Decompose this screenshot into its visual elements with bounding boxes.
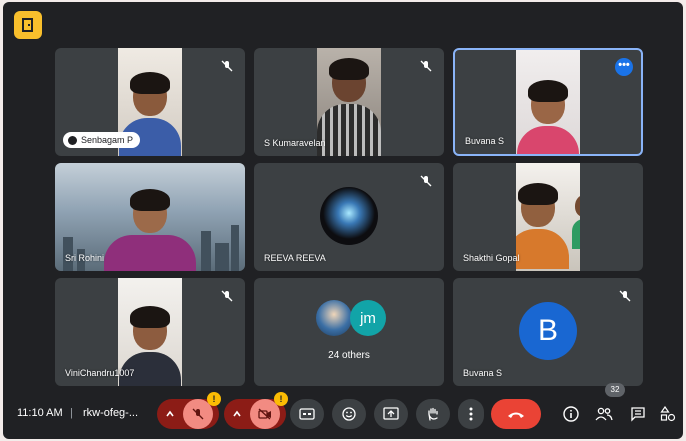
mic-off-icon bbox=[219, 288, 235, 304]
raise-hand-icon bbox=[428, 407, 438, 421]
chevron-up-icon[interactable] bbox=[157, 409, 183, 419]
mic-off-icon bbox=[418, 173, 434, 189]
participant-tile-6[interactable]: Shakthi Gopal bbox=[453, 163, 643, 271]
participant-tile-5[interactable]: REEVA REEVA bbox=[254, 163, 444, 271]
participant-tile-4[interactable]: Sri Rohini bbox=[55, 163, 245, 271]
profile-avatar bbox=[320, 187, 378, 245]
present-screen-icon bbox=[383, 407, 399, 420]
video-feed bbox=[516, 163, 580, 271]
participant-tile-2[interactable]: S Kumaravelan bbox=[254, 48, 444, 156]
participant-name: Buvana S bbox=[463, 368, 503, 378]
people-count-badge: 32 bbox=[605, 383, 625, 397]
people-icon bbox=[595, 407, 613, 421]
raise-hand-button[interactable] bbox=[416, 399, 450, 429]
meeting-code[interactable]: rkw-ofeg-... bbox=[83, 407, 138, 419]
video-feed bbox=[317, 48, 381, 156]
chat-icon bbox=[631, 407, 645, 422]
emoji-icon bbox=[342, 407, 356, 421]
bottom-toolbar: 11:10 AM | rkw-ofeg-... ! ! 32 bbox=[3, 383, 683, 439]
participant-name: REEVA REEVA bbox=[264, 253, 326, 263]
clock: 11:10 AM bbox=[17, 407, 63, 419]
participant-name: ViniChandru1007 bbox=[65, 368, 135, 378]
more-options-icon[interactable]: ••• bbox=[615, 58, 633, 76]
participant-name: S Kumaravelan bbox=[264, 138, 326, 148]
info-button[interactable] bbox=[560, 403, 582, 425]
participant-avatar bbox=[316, 300, 352, 336]
speaking-indicator-icon bbox=[68, 136, 77, 145]
chevron-up-icon[interactable] bbox=[224, 409, 250, 419]
separator: | bbox=[70, 407, 73, 419]
activities-icon bbox=[660, 406, 676, 422]
others-tile[interactable]: jm 24 others bbox=[254, 278, 444, 386]
profile-avatar: B bbox=[519, 302, 577, 360]
meet-screen: Senbagam P S Kumaravelan ••• Buvana S Sr… bbox=[3, 2, 683, 439]
end-call-button[interactable] bbox=[491, 399, 541, 429]
warning-badge: ! bbox=[274, 392, 288, 406]
camera-control-group: ! bbox=[224, 392, 288, 429]
mic-control-group: ! bbox=[157, 392, 221, 429]
participant-tile-7[interactable]: ViniChandru1007 bbox=[55, 278, 245, 386]
participant-name: Senbagam P bbox=[63, 132, 141, 148]
more-options-button[interactable] bbox=[458, 399, 484, 429]
end-call-icon bbox=[508, 412, 524, 418]
mic-off-icon bbox=[418, 58, 434, 74]
emoji-button[interactable] bbox=[332, 399, 366, 429]
participant-tile-8[interactable]: B Buvana S bbox=[453, 278, 643, 386]
more-vert-icon bbox=[469, 407, 473, 421]
participant-tile-3[interactable]: ••• Buvana S bbox=[453, 48, 643, 156]
info-icon bbox=[563, 406, 579, 422]
mic-off-icon bbox=[617, 288, 633, 304]
participant-tile-1[interactable]: Senbagam P bbox=[55, 48, 245, 156]
present-button[interactable] bbox=[374, 399, 408, 429]
participant-name: Sri Rohini bbox=[65, 253, 105, 263]
exit-door-icon[interactable] bbox=[14, 11, 42, 39]
people-button[interactable] bbox=[593, 403, 615, 425]
warning-badge: ! bbox=[207, 392, 221, 406]
participant-avatar: jm bbox=[350, 300, 386, 336]
others-count: 24 others bbox=[328, 350, 370, 361]
video-feed bbox=[516, 50, 580, 154]
chat-button[interactable] bbox=[627, 403, 649, 425]
captions-button[interactable] bbox=[290, 399, 324, 429]
participant-name: Shakthi Gopal bbox=[463, 253, 520, 263]
activities-button[interactable] bbox=[657, 403, 679, 425]
participant-name: Buvana S bbox=[465, 136, 505, 146]
mic-off-icon bbox=[219, 58, 235, 74]
cc-icon bbox=[299, 408, 315, 420]
